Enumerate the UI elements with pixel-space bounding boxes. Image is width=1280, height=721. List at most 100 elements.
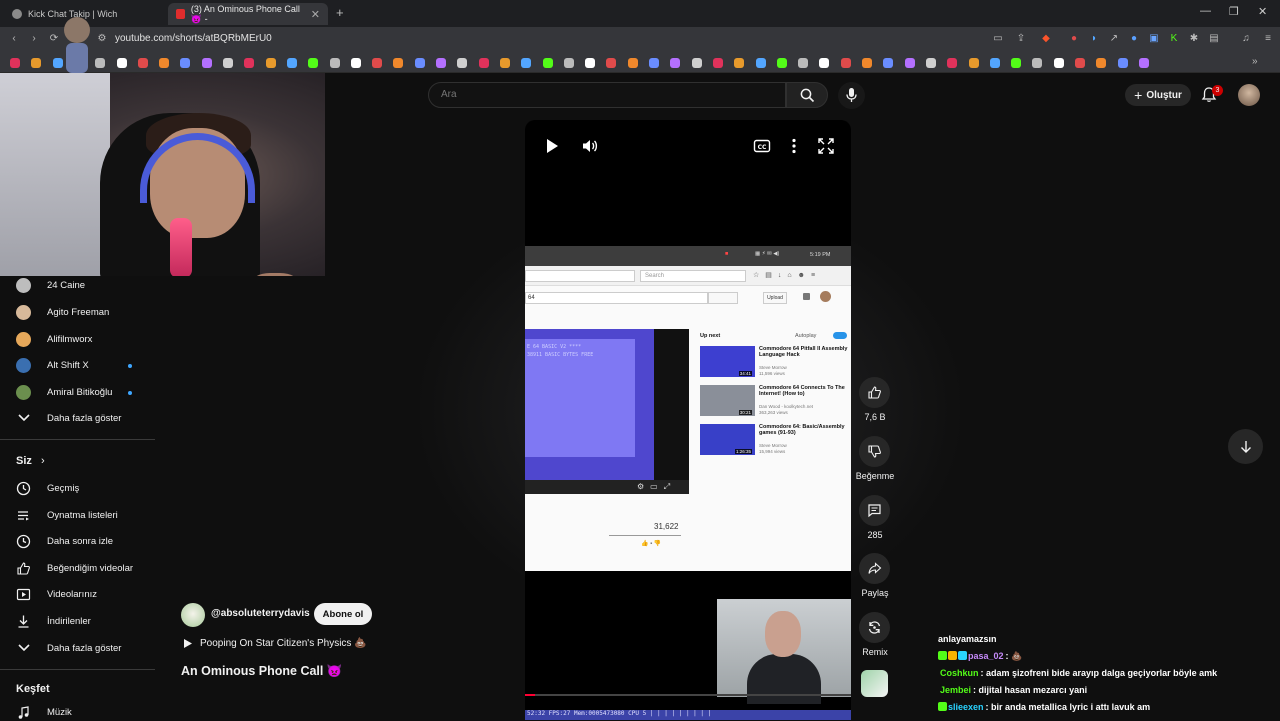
bookmark-icon[interactable] xyxy=(542,58,553,68)
bookmark-icon[interactable] xyxy=(840,58,851,68)
back-icon[interactable]: ‹ xyxy=(8,33,20,45)
account-avatar[interactable] xyxy=(1238,84,1260,106)
search-input[interactable] xyxy=(441,89,771,100)
bookmark-icon[interactable] xyxy=(1032,58,1043,68)
extension-icon[interactable]: ◗ xyxy=(1088,33,1100,45)
maximize-icon[interactable]: ❐ xyxy=(1229,5,1239,18)
bookmark-icon[interactable] xyxy=(649,58,659,68)
sidebar-show-more-button[interactable]: Daha fazla göster xyxy=(16,409,156,427)
bookmark-icon[interactable] xyxy=(180,58,191,68)
bookmark-icon[interactable] xyxy=(627,58,638,68)
bookmark-icon[interactable] xyxy=(265,58,276,68)
volume-icon[interactable] xyxy=(581,137,599,155)
reload-icon[interactable]: ⟳ xyxy=(48,33,60,45)
bookmark-icon[interactable] xyxy=(776,58,787,68)
bookmark-icon[interactable] xyxy=(968,58,979,68)
extensions-puzzle-icon[interactable]: ✱ xyxy=(1188,33,1200,45)
channel-avatar[interactable] xyxy=(181,603,205,627)
bookmark-icon[interactable] xyxy=(521,58,532,68)
bookmark-icon[interactable] xyxy=(1096,58,1107,68)
remix-button[interactable] xyxy=(859,612,890,643)
bookmark-icon[interactable] xyxy=(286,58,297,68)
address-bar[interactable]: youtube.com/shorts/atBQRbMErU0 xyxy=(115,33,272,44)
bookmark-icon[interactable] xyxy=(925,58,936,68)
bookmark-icon[interactable] xyxy=(31,58,42,68)
site-info-icon[interactable]: ⚙ xyxy=(96,33,108,45)
bookmark-icon[interactable] xyxy=(1011,58,1022,68)
bookmark-icon[interactable] xyxy=(755,58,766,68)
sidebar-subscription-alt-shift-x[interactable]: Alt Shift X xyxy=(16,356,156,374)
search-button[interactable] xyxy=(786,82,828,108)
bookmark-icon[interactable] xyxy=(329,58,340,68)
browser-menu-icon[interactable]: ≡ xyxy=(1262,33,1274,45)
bookmark-icon[interactable] xyxy=(734,58,745,68)
extension-icon[interactable]: ↗ xyxy=(1108,33,1120,45)
bookmark-icon[interactable] xyxy=(904,58,915,68)
bookmark-icon[interactable] xyxy=(393,58,404,68)
bookmark-icon[interactable] xyxy=(563,58,574,68)
sidebar-item-your-videos[interactable]: Videolarınız xyxy=(16,585,156,603)
bookmark-icon[interactable] xyxy=(798,58,809,68)
bookmark-icon[interactable] xyxy=(116,58,127,68)
sidebar-item-watch-later[interactable]: Daha sonra izle xyxy=(16,532,156,550)
voice-search-button[interactable] xyxy=(838,82,865,109)
close-tab-icon[interactable]: ✕ xyxy=(311,8,320,21)
bookmark-icon[interactable] xyxy=(223,58,233,68)
channel-handle[interactable]: @absoluteterrydavis xyxy=(211,608,310,619)
bookmark-icon[interactable] xyxy=(670,58,681,68)
brave-shield-icon[interactable]: ◆ xyxy=(1040,33,1052,45)
video-progress-bar[interactable] xyxy=(525,694,851,696)
dislike-button[interactable] xyxy=(859,436,890,467)
sidebar-subscription-amiral-bitikoglu[interactable]: Amiral Bitikoğlu xyxy=(16,383,156,401)
short-video-player[interactable]: CC 5:19 PM ■ ▦ ⚡ ✉ ◀) Search ☆▤↓⌂☻≡ 64 U… xyxy=(525,120,851,720)
bookmark-icon[interactable] xyxy=(478,58,489,68)
bookmark-icon[interactable] xyxy=(1075,58,1085,68)
bookmark-icon[interactable] xyxy=(457,58,468,68)
share-page-icon[interactable]: ⇪ xyxy=(1015,33,1027,45)
bookmark-icon[interactable] xyxy=(1138,58,1149,68)
share-button[interactable] xyxy=(859,553,890,584)
cast-icon[interactable]: ▭ xyxy=(992,33,1004,45)
sidebar-section-you[interactable]: Siz › xyxy=(16,455,45,467)
extension-icon[interactable]: ● xyxy=(1068,33,1080,45)
bookmark-icon[interactable] xyxy=(137,58,148,68)
comments-button[interactable] xyxy=(859,495,890,526)
bookmark-icon[interactable] xyxy=(989,58,1000,68)
bookmark-icon[interactable] xyxy=(159,58,170,68)
bookmark-icon[interactable] xyxy=(10,58,20,68)
bookmark-icon[interactable] xyxy=(308,58,319,68)
bookmark-icon[interactable] xyxy=(585,58,596,68)
sidebar-item-liked-videos[interactable]: Beğendiğim videolar xyxy=(16,559,156,577)
bookmark-icon[interactable] xyxy=(819,58,830,68)
bookmark-icon[interactable] xyxy=(691,58,702,68)
extension-icon[interactable]: ▣ xyxy=(1148,33,1160,45)
bookmark-icon[interactable] xyxy=(947,58,958,68)
more-bookmarks-icon[interactable]: » xyxy=(1252,56,1258,67)
play-icon[interactable] xyxy=(543,137,561,155)
minimize-icon[interactable]: — xyxy=(1200,5,1211,17)
sidebar-subscription-alifilmworx[interactable]: Alifilmworx xyxy=(16,330,156,348)
bookmark-icon[interactable] xyxy=(436,58,446,68)
next-short-button[interactable] xyxy=(1228,429,1263,464)
sidebar-item-downloads[interactable]: İndirilenler xyxy=(16,612,156,630)
create-button[interactable]: + Oluştur xyxy=(1125,84,1191,106)
bookmark-icon[interactable] xyxy=(414,58,425,68)
bookmark-icon[interactable] xyxy=(372,58,383,68)
new-tab-button[interactable]: + xyxy=(336,5,344,20)
bookmark-icon[interactable] xyxy=(883,58,894,68)
media-icon[interactable]: ♫ xyxy=(1240,33,1252,45)
bookmark-icon[interactable] xyxy=(712,58,723,68)
like-button[interactable] xyxy=(859,377,890,408)
audio-track-link[interactable]: Pooping On Star Citizen's Physics 💩 xyxy=(183,638,367,649)
bookmark-icon[interactable] xyxy=(350,58,361,68)
close-window-icon[interactable]: ✕ xyxy=(1258,5,1267,18)
bookmark-icon[interactable] xyxy=(1053,58,1064,68)
sidebar-show-more-button[interactable]: Daha fazla göster xyxy=(16,639,156,657)
browser-tab-youtube[interactable]: (3) An Ominous Phone Call 👿 - ✕ xyxy=(168,3,328,25)
bookmark-icon[interactable] xyxy=(1117,58,1128,68)
more-options-icon[interactable] xyxy=(785,137,803,155)
sidebar-item-playlists[interactable]: Oynatma listeleri xyxy=(16,506,156,524)
bookmark-icon[interactable] xyxy=(499,58,510,68)
bookmark-icon[interactable] xyxy=(862,58,872,68)
kick-extension-icon[interactable]: K xyxy=(1168,33,1180,45)
